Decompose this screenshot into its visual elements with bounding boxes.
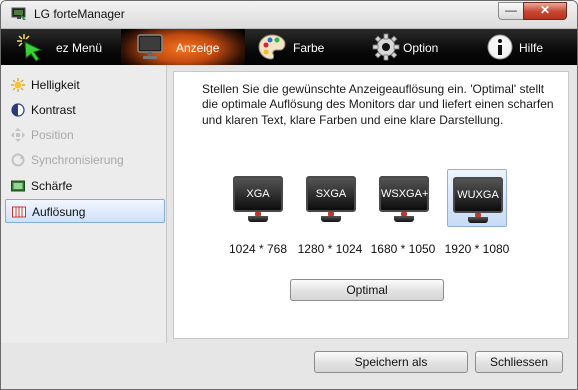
- resolution-option-sxga[interactable]: SXGA: [301, 169, 361, 227]
- sidebar-item-label: Kontrast: [31, 103, 76, 117]
- sidebar-item-helligkeit[interactable]: Helligkeit: [5, 73, 165, 97]
- gear-icon: [372, 33, 400, 61]
- menu-hilfe[interactable]: Hilfe: [475, 29, 577, 65]
- resolution-name: XGA: [246, 188, 270, 200]
- sidebar-item-label: Position: [31, 128, 74, 142]
- sharpness-icon: [11, 180, 25, 192]
- resolution-name: WSXGA+: [381, 188, 429, 200]
- resolution-name: WUXGA: [457, 189, 499, 201]
- resolution-option-wsxga-plus[interactable]: WSXGA+: [374, 169, 434, 227]
- menu-farbe[interactable]: Farbe: [245, 29, 363, 65]
- save-as-button[interactable]: Speichern als: [314, 351, 468, 373]
- sync-icon: [11, 153, 25, 167]
- menu-farbe-label: Farbe: [293, 41, 325, 55]
- sidebar-item-label: Helligkeit: [31, 78, 80, 92]
- menu-ez-menu[interactable]: ez Menü: [1, 29, 121, 65]
- cursor-sparkle-icon: [17, 34, 43, 62]
- app-logo-icon: [11, 7, 26, 20]
- sidebar-item-label: Auflösung: [32, 205, 86, 219]
- resolution-value: 1024 * 768: [228, 242, 288, 256]
- resolution-name: SXGA: [315, 188, 347, 200]
- app-window: LG forteManager — ✕ ez Menü Anzeige Farb…: [0, 0, 578, 390]
- monitor-icon: SXGA: [306, 176, 356, 224]
- settings-sidebar: Helligkeit Kontrast Position Synchronisi…: [1, 65, 167, 343]
- info-icon: [487, 34, 513, 60]
- monitor-icon: WUXGA: [453, 177, 503, 225]
- resolution-value: 1680 * 1050: [370, 242, 436, 256]
- menu-option[interactable]: Option: [363, 29, 475, 65]
- resolution-description: Stellen Sie die gewünschte Anzeigeauflös…: [202, 82, 554, 127]
- palette-icon: [258, 34, 286, 60]
- resolution-panel: Stellen Sie die gewünschte Anzeigeauflös…: [173, 71, 569, 339]
- resolution-option-xga[interactable]: XGA: [228, 169, 288, 227]
- close-button[interactable]: Schliessen: [475, 351, 563, 373]
- menu-ez-menu-label: ez Menü: [56, 41, 103, 55]
- sidebar-item-position: Position: [5, 123, 165, 147]
- monitor-icon: [137, 34, 163, 59]
- menu-anzeige[interactable]: Anzeige: [121, 29, 245, 65]
- resolution-value: 1920 * 1080: [444, 242, 510, 256]
- contrast-icon: [11, 103, 25, 117]
- monitor-icon: WSXGA+: [379, 176, 429, 224]
- menu-option-label: Option: [403, 41, 439, 55]
- sidebar-item-kontrast[interactable]: Kontrast: [5, 98, 165, 122]
- sidebar-item-label: Synchronisierung: [31, 153, 124, 167]
- close-window-button[interactable]: ✕: [523, 2, 567, 20]
- menu-hilfe-label: Hilfe: [519, 41, 544, 55]
- sidebar-item-synchronisierung: Synchronisierung: [5, 148, 165, 172]
- sidebar-item-aufloesung[interactable]: Auflösung: [5, 199, 165, 223]
- main-menu-bar: ez Menü Anzeige Farbe Option Hilfe: [1, 29, 577, 65]
- minimize-button[interactable]: —: [498, 2, 524, 20]
- position-icon: [11, 128, 25, 142]
- resolution-option-wuxga[interactable]: WUXGA: [447, 169, 507, 227]
- sun-icon: [11, 78, 25, 92]
- title-bar: LG forteManager — ✕: [1, 1, 577, 29]
- window-title: LG forteManager: [34, 7, 125, 21]
- sidebar-item-label: Schärfe: [31, 179, 73, 193]
- optimal-button[interactable]: Optimal: [290, 279, 444, 301]
- monitor-icon: XGA: [233, 176, 283, 224]
- menu-anzeige-label: Anzeige: [176, 41, 220, 55]
- sidebar-item-schaerfe[interactable]: Schärfe: [5, 174, 165, 198]
- resolution-icon: [12, 206, 26, 218]
- dialog-footer: Speichern als Schliessen: [1, 343, 577, 389]
- resolution-value: 1280 * 1024: [297, 242, 363, 256]
